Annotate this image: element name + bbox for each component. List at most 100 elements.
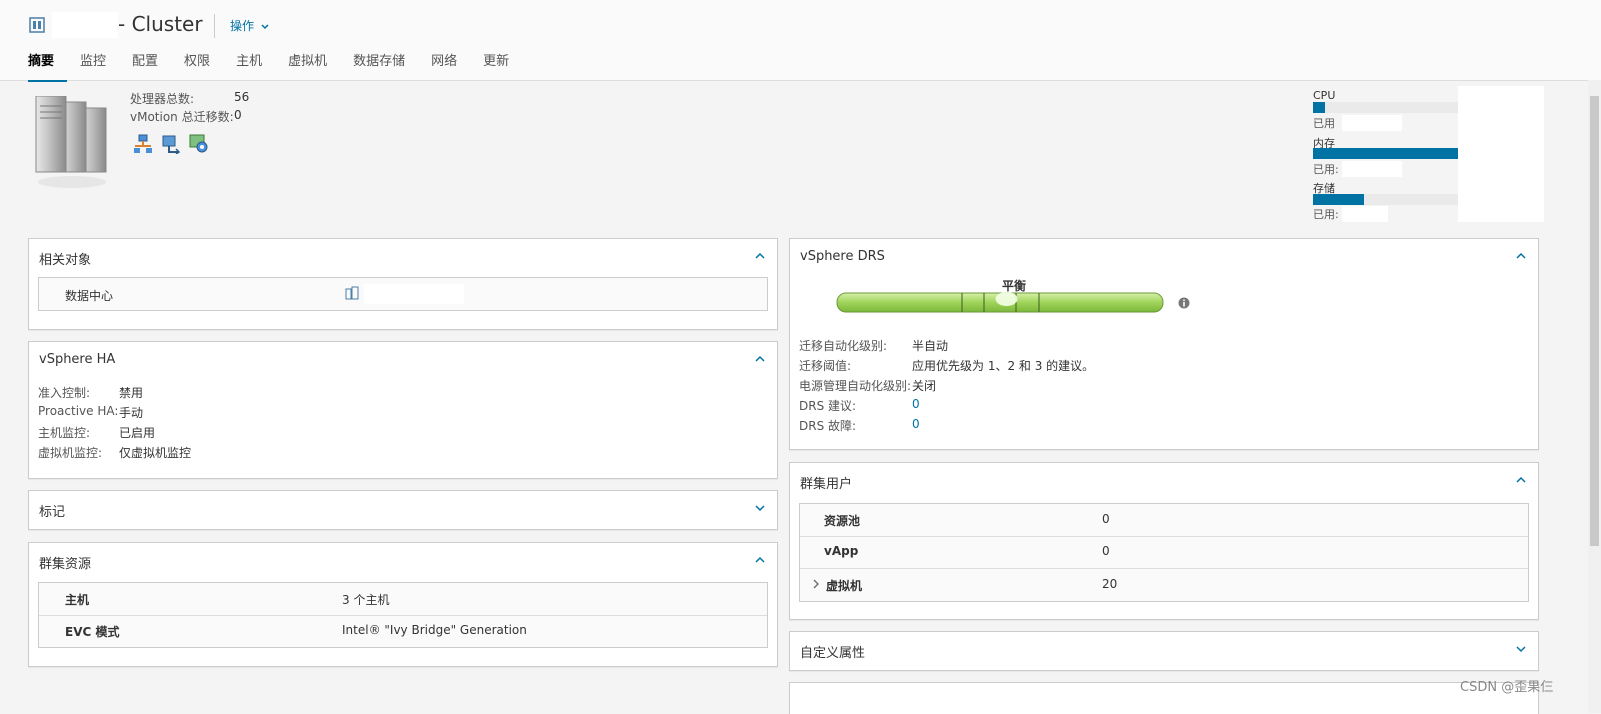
- redacted-cpu-value: [1342, 115, 1402, 131]
- tab-permissions[interactable]: 权限: [171, 52, 223, 80]
- cluster-resources-table: 主机 3 个主机 EVC 模式 Intel® "Ivy Bridge" Gene…: [38, 582, 768, 648]
- chevron-down-icon[interactable]: [1516, 644, 1526, 654]
- vsphere-ha-panel: vSphere HA 准入控制: 禁用 Proactive HA: 手动 主机监…: [28, 341, 778, 479]
- drs-faults-label: DRS 故障:: [799, 419, 857, 433]
- vapp-value: 0: [1102, 544, 1110, 558]
- evc-mode-label: EVC 模式: [65, 625, 120, 639]
- redacted-capacity-panel: [1458, 86, 1544, 222]
- vm-monitoring-label: 虚拟机监控:: [38, 446, 103, 460]
- memory-usage-fill: [1313, 148, 1463, 159]
- datacenter-icon: [345, 286, 359, 300]
- migration-threshold-value: 应用优先级为 1、2 和 3 的建议。: [912, 359, 1095, 373]
- chevron-up-icon[interactable]: [1516, 475, 1526, 485]
- tab-summary[interactable]: 摘要: [28, 52, 68, 82]
- tab-configure[interactable]: 配置: [119, 52, 171, 80]
- cpu-usage-bar: [1313, 102, 1463, 113]
- table-row: EVC 模式 Intel® "Ivy Bridge" Generation: [39, 615, 767, 647]
- cpu-total-label: 处理器总数:: [130, 92, 195, 106]
- chevron-up-icon[interactable]: [1516, 251, 1526, 261]
- vsphere-drs-panel: vSphere DRS 平衡 迁移自动化级别: 半自动 迁移阈值: 应用优先级为…: [789, 238, 1539, 450]
- table-row: vApp 0: [800, 536, 1528, 569]
- storage-used-label: 已用:: [1313, 208, 1339, 221]
- drs-balance-gauge: [836, 292, 1164, 313]
- tags-panel: 标记: [28, 490, 778, 530]
- redacted-storage-value: [1342, 206, 1388, 222]
- redacted-datacenter-link[interactable]: [364, 284, 464, 304]
- host-monitoring-value: 已启用: [119, 426, 156, 440]
- cluster-icon: [29, 17, 45, 33]
- table-row: 主机 3 个主机: [39, 583, 767, 616]
- evc-mode-value: Intel® "Ivy Bridge" Generation: [342, 623, 527, 637]
- redacted-cluster-name: [52, 12, 118, 38]
- drs-recommendations-link[interactable]: 0: [912, 397, 920, 411]
- migration-automation-value: 半自动: [912, 339, 949, 353]
- actions-label: 操作: [230, 19, 255, 33]
- cpu-used-label: 已用: [1313, 117, 1335, 130]
- chevron-down-icon: [261, 23, 269, 29]
- tags-title: 标记: [39, 505, 66, 520]
- drs-recommendations-label: DRS 建议:: [799, 399, 857, 413]
- admission-control-label: 准入控制:: [38, 386, 91, 400]
- title-separator: [214, 14, 215, 38]
- related-objects-title: 相关对象: [39, 253, 92, 268]
- watermark: CSDN @歪果仨: [1460, 680, 1554, 695]
- cluster-users-title: 群集用户: [800, 477, 853, 492]
- cluster-users-panel: 群集用户 资源池 0 vApp 0 虚拟机 20: [789, 462, 1539, 620]
- proactive-ha-label: Proactive HA:: [38, 404, 119, 418]
- server-cluster-icon: [35, 96, 107, 188]
- related-objects-table: 数据中心: [38, 277, 768, 311]
- cpu-usage-fill: [1313, 102, 1325, 113]
- memory-usage-bar: [1313, 148, 1463, 159]
- cluster-resources-title: 群集资源: [39, 557, 92, 572]
- cluster-users-table: 资源池 0 vApp 0 虚拟机 20: [799, 503, 1529, 602]
- actions-menu-button[interactable]: 操作: [230, 17, 269, 34]
- tab-hosts[interactable]: 主机: [223, 52, 275, 80]
- chevron-up-icon[interactable]: [755, 251, 765, 261]
- vms-value: 20: [1102, 577, 1118, 591]
- chevron-up-icon[interactable]: [755, 354, 765, 364]
- custom-attributes-panel: 自定义属性: [789, 631, 1539, 671]
- table-row: 资源池 0: [800, 504, 1528, 537]
- vms-label: 虚拟机: [826, 579, 863, 593]
- vm-monitoring-value: 仅虚拟机监控: [119, 446, 192, 460]
- cluster-resources-panel: 群集资源 主机 3 个主机 EVC 模式 Intel® "Ivy Bridge"…: [28, 542, 778, 667]
- host-monitoring-label: 主机监控:: [38, 426, 91, 440]
- tab-monitor[interactable]: 监控: [67, 52, 119, 80]
- redacted-memory-value: [1342, 161, 1402, 177]
- proactive-ha-value: 手动: [119, 406, 144, 420]
- table-row[interactable]: 虚拟机 20: [800, 568, 1528, 601]
- drs-balance-marker: [995, 292, 1018, 306]
- vapp-label: vApp: [824, 544, 859, 558]
- chevron-up-icon[interactable]: [755, 555, 765, 565]
- next-panel-partial: [789, 682, 1539, 714]
- scrollbar-thumb[interactable]: [1590, 96, 1599, 546]
- hosts-label: 主机: [65, 593, 90, 607]
- power-management-label: 电源管理自动化级别:: [799, 379, 912, 393]
- datacenter-label: 数据中心: [65, 289, 114, 303]
- settings-gear-icon[interactable]: [189, 134, 209, 154]
- hosts-value: 3 个主机: [342, 593, 390, 607]
- cpu-total-value: 56: [234, 90, 250, 104]
- cpu-label: CPU: [1313, 89, 1336, 102]
- vmotion-label: vMotion 总迁移数:: [130, 110, 234, 124]
- tab-datastores[interactable]: 数据存储: [340, 52, 418, 80]
- vmotion-value: 0: [234, 108, 242, 122]
- tab-updates[interactable]: 更新: [470, 52, 522, 80]
- vsphere-ha-title: vSphere HA: [39, 352, 116, 367]
- tab-networks[interactable]: 网络: [418, 52, 470, 80]
- admission-control-value: 禁用: [119, 386, 144, 400]
- chevron-down-icon[interactable]: [755, 503, 765, 513]
- resource-pools-label: 资源池: [824, 514, 861, 528]
- tab-vms[interactable]: 虚拟机: [275, 52, 340, 80]
- network-icon[interactable]: [133, 134, 153, 154]
- tab-bar: 摘要 监控 配置 权限 主机 虚拟机 数据存储 网络 更新: [28, 52, 522, 82]
- migrate-icon[interactable]: [161, 134, 181, 154]
- power-management-value: 关闭: [912, 379, 937, 393]
- info-icon[interactable]: [1178, 297, 1190, 309]
- storage-usage-bar: [1313, 194, 1463, 205]
- resource-pools-value: 0: [1102, 512, 1110, 526]
- drs-faults-link[interactable]: 0: [912, 417, 920, 431]
- related-objects-panel: 相关对象 数据中心: [28, 238, 778, 330]
- chevron-right-icon[interactable]: [812, 579, 820, 589]
- memory-used-label: 已用:: [1313, 163, 1339, 176]
